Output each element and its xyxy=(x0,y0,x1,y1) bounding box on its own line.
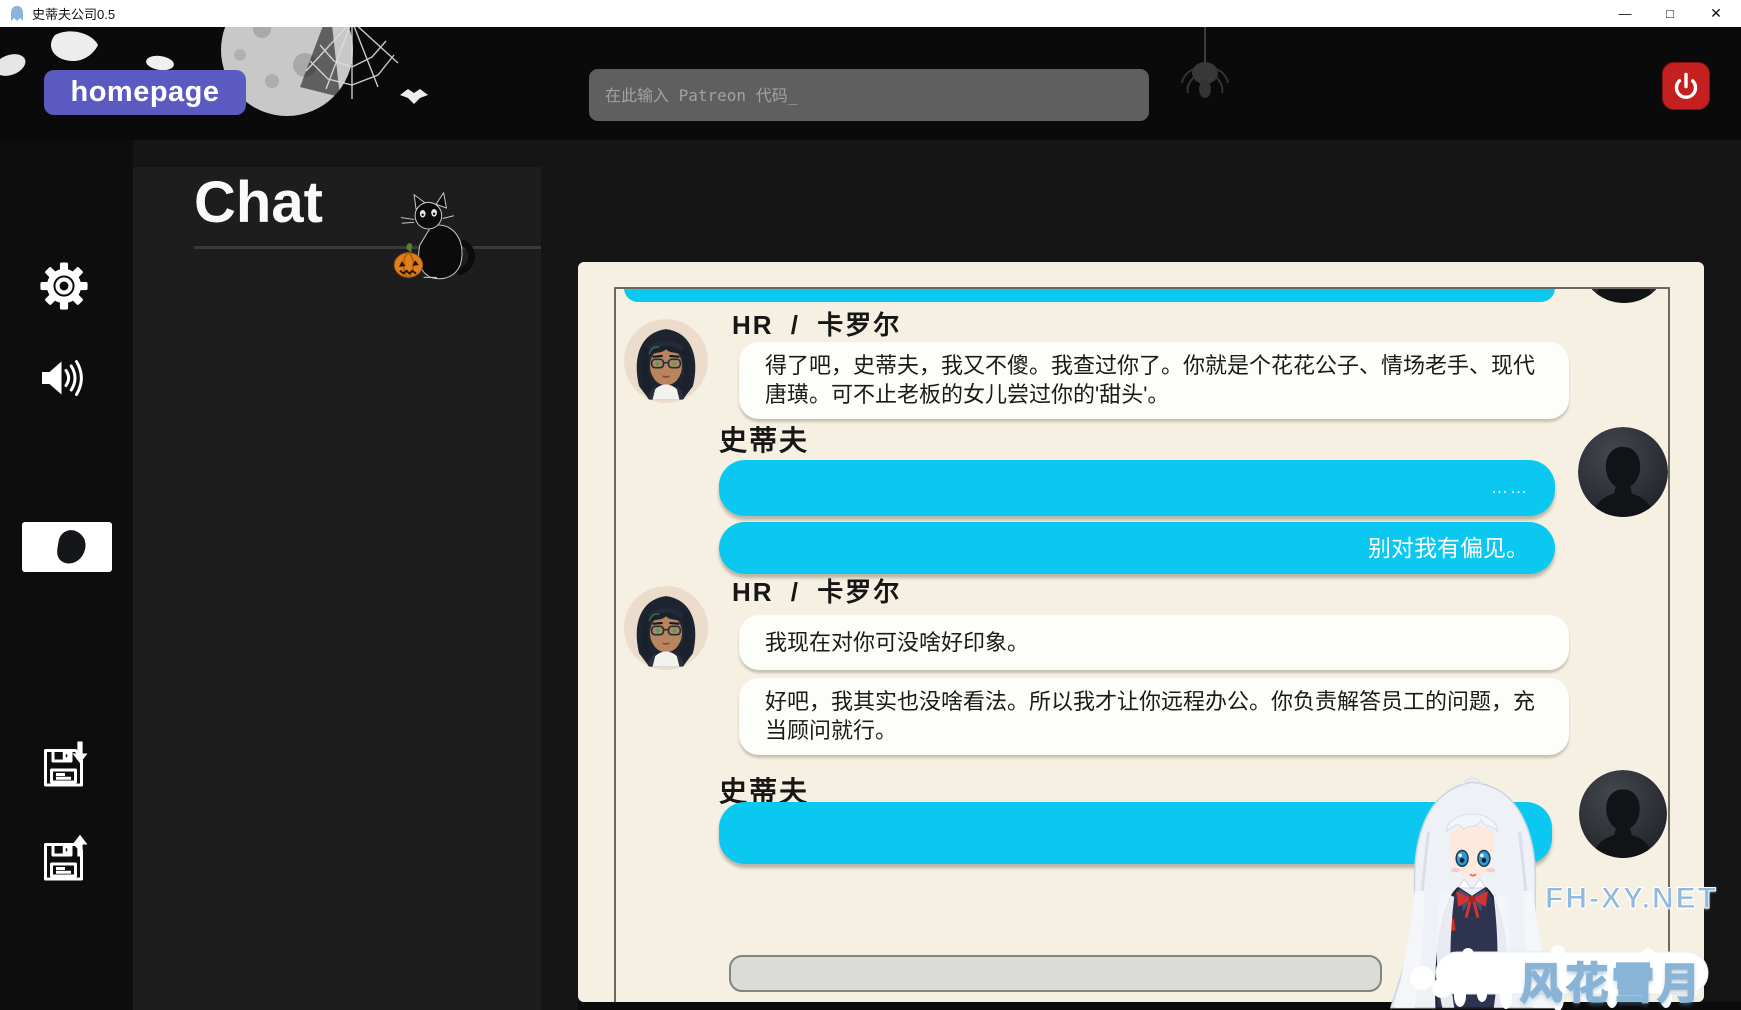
speaker-name: HR / 卡罗尔 xyxy=(732,305,901,342)
avatar-hr-carol xyxy=(624,586,708,670)
speaker-name: HR / 卡罗尔 xyxy=(732,572,901,609)
chat-scrollbar[interactable] xyxy=(729,955,1382,992)
chat-bubble: …… xyxy=(719,460,1555,516)
power-quit-button[interactable] xyxy=(1662,62,1710,110)
app-window: 史蒂夫公司0.5 — □ ✕ xyxy=(0,0,1741,1010)
speaker-name: 史蒂夫 xyxy=(719,419,809,459)
power-icon xyxy=(1669,69,1703,103)
patreon-code-input[interactable] xyxy=(589,69,1149,121)
homepage-button[interactable]: homepage xyxy=(44,70,246,115)
black-cat-pumpkin-icon xyxy=(393,190,479,285)
settings-button[interactable] xyxy=(38,260,90,312)
patreon-icon xyxy=(45,525,89,569)
patreon-button[interactable] xyxy=(22,522,112,572)
chat-bubble: 我现在对你可没啥好印象。 xyxy=(739,615,1569,670)
chat-bubble-partial xyxy=(624,287,1555,302)
bat-icon xyxy=(400,89,428,104)
avatar-hr-carol xyxy=(624,319,708,403)
load-disk-upload-icon xyxy=(37,834,93,888)
window-title: 史蒂夫公司0.5 xyxy=(32,4,115,23)
avatar-steve xyxy=(1579,770,1667,858)
watermark-name-text: 风花雪月 xyxy=(1520,950,1704,1010)
chat-list-panel: Chat xyxy=(133,167,541,1010)
title-bar: 史蒂夫公司0.5 — □ ✕ xyxy=(0,0,1741,27)
chat-bubble: 得了吧，史蒂夫，我又不傻。我查过你了。你就是个花花公子、情场老手、现代唐璜。可不… xyxy=(739,342,1569,419)
left-sidebar xyxy=(0,140,133,1010)
hanging-spider-icon xyxy=(1182,27,1228,98)
avatar-steve-partial xyxy=(1579,287,1669,303)
chat-list-title: Chat xyxy=(194,169,323,236)
maximize-button[interactable]: □ xyxy=(1648,0,1692,27)
watermark-site-text: FH-XY.NET xyxy=(1545,882,1718,916)
minimize-button[interactable]: — xyxy=(1603,0,1647,27)
speaker-icon xyxy=(38,354,88,402)
avatar-steve xyxy=(1578,427,1668,517)
chat-bubble: 好吧，我其实也没啥看法。所以我才让你远程办公。你负责解答员工的问题，充当顾问就行… xyxy=(739,678,1569,755)
gear-icon xyxy=(38,260,90,312)
audio-button[interactable] xyxy=(38,354,88,402)
close-button[interactable]: ✕ xyxy=(1694,0,1738,27)
app-icon xyxy=(10,5,24,22)
chat-title-underline xyxy=(194,246,541,249)
save-disk-download-icon xyxy=(37,740,93,794)
chat-bubble: 别对我有偏见。 xyxy=(719,522,1555,574)
save-game-button[interactable] xyxy=(36,740,94,796)
load-game-button[interactable] xyxy=(36,834,94,890)
top-header: homepage xyxy=(0,27,1741,140)
